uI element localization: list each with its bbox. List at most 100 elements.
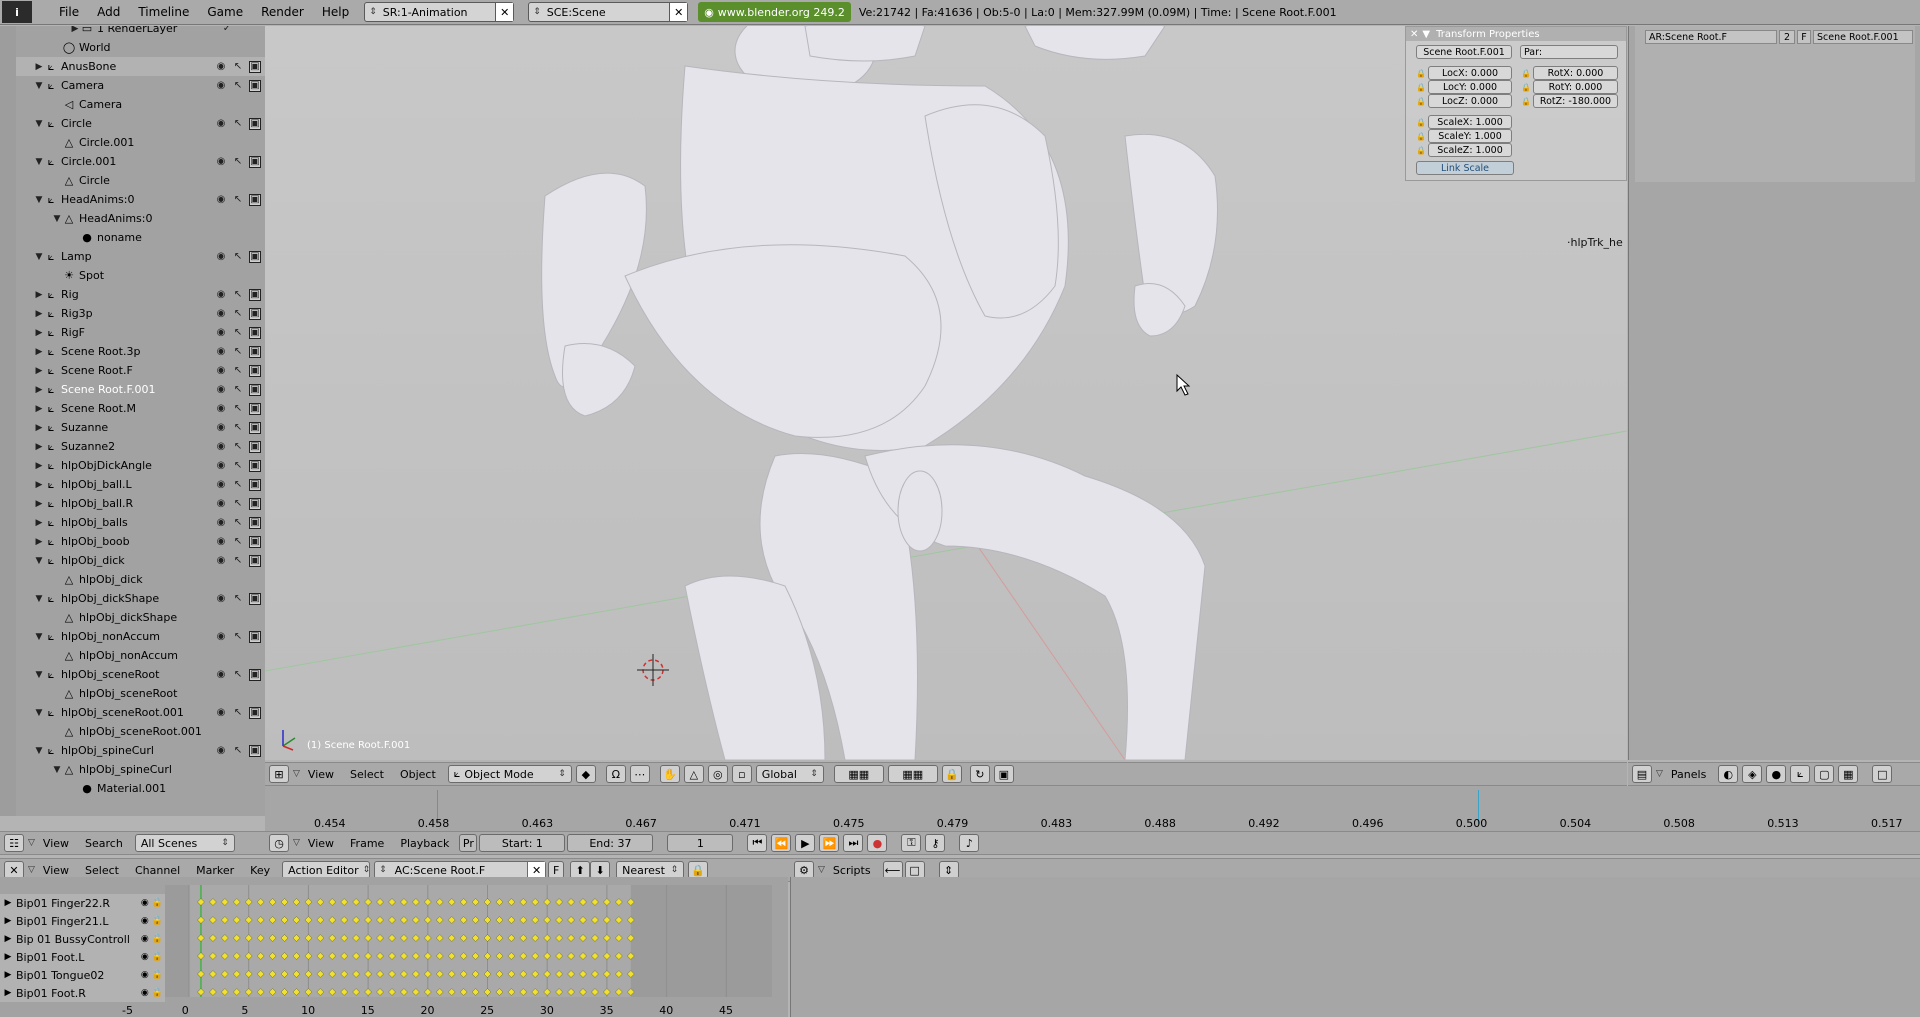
record-icon[interactable]: ● (867, 834, 888, 852)
menu-view[interactable]: View (300, 837, 342, 850)
expanded-triangle-icon[interactable]: ▼ (34, 556, 44, 566)
outliner-item[interactable]: ▶ ⟀ Scene Root.F ◉ ↖ ▣ (16, 361, 265, 380)
editor-type-icon[interactable]: ◷ (269, 834, 289, 852)
loc-z-field[interactable]: LocZ: 0.000 (1428, 94, 1512, 108)
collapsed-triangle-icon[interactable]: ▶ (34, 499, 44, 509)
eye-icon[interactable]: ◉ (140, 916, 149, 926)
rot-x-field[interactable]: RotX: 0.000 (1533, 66, 1618, 80)
outliner-item[interactable]: ▶ ⟀ hlpObj_ball.L ◉ ↖ ▣ (16, 475, 265, 494)
menu-add[interactable]: Add (88, 5, 129, 19)
collapsed-triangle-icon[interactable]: ▶ (34, 442, 44, 452)
outliner-item[interactable]: ▶ ⟀ RigF ◉ ↖ ▣ (16, 323, 265, 342)
collapse-header-icon[interactable]: ▽ (293, 769, 300, 779)
editor-type-icon[interactable]: ☷ (4, 834, 24, 852)
select-arrow-icon[interactable]: ↖ (232, 61, 244, 73)
parent-field[interactable]: Par: (1520, 45, 1618, 59)
outliner-item[interactable]: ☀ Spot (16, 266, 265, 285)
collapse-header-icon[interactable]: ▽ (1656, 769, 1663, 779)
menu-help[interactable]: Help (313, 5, 358, 19)
audio-icon[interactable]: ♪ (959, 834, 980, 852)
render-icon[interactable]: ▣ (249, 250, 261, 263)
eye-icon[interactable]: ◉ (215, 365, 227, 377)
screen-selector[interactable]: ⇕ SR:1-Animation ✕ (364, 2, 515, 22)
expanded-triangle-icon[interactable]: ▼ (34, 746, 44, 756)
info-editor-icon[interactable]: i (2, 1, 32, 23)
layers-row-2[interactable]: ▦▦ (887, 765, 938, 783)
scale-y-field[interactable]: ScaleY: 1.000 (1428, 129, 1512, 143)
eye-icon[interactable]: ◉ (140, 970, 149, 980)
menu-view[interactable]: View (35, 837, 77, 850)
screen-browse-icon[interactable]: ⇕ (369, 7, 377, 17)
logic-context-icon[interactable]: ◐ (1718, 765, 1739, 783)
menu-render[interactable]: Render (252, 5, 313, 19)
collapsed-triangle-icon[interactable]: ▶ (0, 934, 16, 944)
eye-icon[interactable]: ◉ (215, 517, 227, 529)
eye-icon[interactable]: ◉ (215, 308, 227, 320)
outliner-item[interactable]: ▶ ⟀ Suzanne ◉ ↖ ▣ (16, 418, 265, 437)
menu-select[interactable]: Select (342, 768, 392, 781)
checkmark-icon[interactable]: ✓ (221, 26, 233, 35)
manipulator-hand-icon[interactable]: ✋ (659, 765, 680, 783)
lock-icon[interactable]: 🔒 (1416, 144, 1426, 156)
collapsed-triangle-icon[interactable]: ▶ (0, 916, 16, 926)
outliner-item[interactable]: ● Material.001 (16, 779, 265, 798)
lock-icon[interactable]: 🔒 (151, 916, 163, 926)
select-arrow-icon[interactable]: ↖ (232, 327, 244, 339)
expanded-triangle-icon[interactable]: ▼ (34, 594, 44, 604)
collapsed-triangle-icon[interactable]: ▶ (34, 423, 44, 433)
collapsed-triangle-icon[interactable]: ▶ (0, 970, 16, 980)
collapsed-triangle-icon[interactable]: ▶ (34, 290, 44, 300)
eye-icon[interactable]: ◉ (215, 194, 227, 206)
render-icon[interactable]: ▣ (249, 592, 261, 605)
expanded-triangle-icon[interactable]: ▼ (34, 708, 44, 718)
editor-type-icon[interactable]: ▤ (1632, 765, 1652, 783)
outliner-item[interactable]: ▶ ⟀ Rig3p ◉ ↖ ▣ (16, 304, 265, 323)
menu-marker[interactable]: Marker (188, 864, 242, 877)
render-view-icon[interactable]: ▣ (993, 765, 1014, 783)
next-key-icon[interactable]: ⏩ (819, 834, 840, 852)
menu-frame[interactable]: Frame (342, 837, 392, 850)
outliner-item[interactable]: ▼ ⟀ hlpObj_sceneRoot ◉ ↖ ▣ (16, 665, 265, 684)
collapsed-triangle-icon[interactable]: ▶ (70, 26, 80, 34)
select-arrow-icon[interactable]: ↖ (232, 365, 244, 377)
outliner-item[interactable]: ▶ ▭ 1 RenderLayer ✓ (16, 26, 265, 38)
render-icon[interactable]: ▣ (249, 193, 261, 206)
eye-icon[interactable]: ◉ (215, 460, 227, 472)
render-icon[interactable]: ▣ (249, 288, 261, 301)
select-arrow-icon[interactable]: ↖ (232, 422, 244, 434)
channel-row[interactable]: ▶ Bip01 Foot.L ◉ 🔒 (0, 948, 165, 966)
menu-key[interactable]: Key (242, 864, 278, 877)
eye-icon[interactable]: ◉ (215, 346, 227, 358)
menu-panels[interactable]: Panels (1663, 768, 1714, 781)
menu-game[interactable]: Game (198, 5, 252, 19)
select-arrow-icon[interactable]: ↖ (232, 80, 244, 92)
ogl-render-icon[interactable]: ↻ (969, 765, 990, 783)
expanded-triangle-icon[interactable]: ▼ (34, 670, 44, 680)
lock-icon[interactable]: 🔒 (151, 898, 163, 908)
render-icon[interactable]: ▣ (249, 326, 261, 339)
outliner-item[interactable]: ▶ ⟀ Suzanne2 ◉ ↖ ▣ (16, 437, 265, 456)
outliner-item[interactable]: △ hlpObj_sceneRoot.001 (16, 722, 265, 741)
snap-icon[interactable]: ⋯ (629, 765, 650, 783)
render-icon[interactable]: ▣ (249, 440, 261, 453)
collapsed-triangle-icon[interactable]: ▶ (0, 952, 16, 962)
outliner-item[interactable]: ▼ ⟀ hlpObj_dickShape ◉ ↖ ▣ (16, 589, 265, 608)
eye-icon[interactable]: ◉ (140, 988, 149, 998)
eye-icon[interactable]: ◉ (215, 251, 227, 263)
jump-start-icon[interactable]: ⏮ (747, 834, 768, 852)
render-icon[interactable]: ▣ (249, 630, 261, 643)
select-arrow-icon[interactable]: ↖ (232, 251, 244, 263)
select-arrow-icon[interactable]: ↖ (232, 536, 244, 548)
eye-icon[interactable]: ◉ (140, 934, 149, 944)
eye-icon[interactable]: ◉ (215, 384, 227, 396)
menu-select[interactable]: Select (77, 864, 127, 877)
eye-icon[interactable]: ◉ (215, 80, 227, 92)
outliner-item[interactable]: ▶ ⟀ AnusBone ◉ ↖ ▣ (16, 57, 265, 76)
outliner-item[interactable]: ● noname (16, 228, 265, 247)
close-icon[interactable]: ✕ (1410, 29, 1418, 40)
link-scale-button[interactable]: Link Scale (1416, 161, 1514, 175)
eye-icon[interactable]: ◉ (215, 61, 227, 73)
pivot-icon[interactable]: Ω (605, 765, 626, 783)
editor-type-icon[interactable]: ⊞ (269, 765, 289, 783)
eye-icon[interactable]: ◉ (215, 555, 227, 567)
